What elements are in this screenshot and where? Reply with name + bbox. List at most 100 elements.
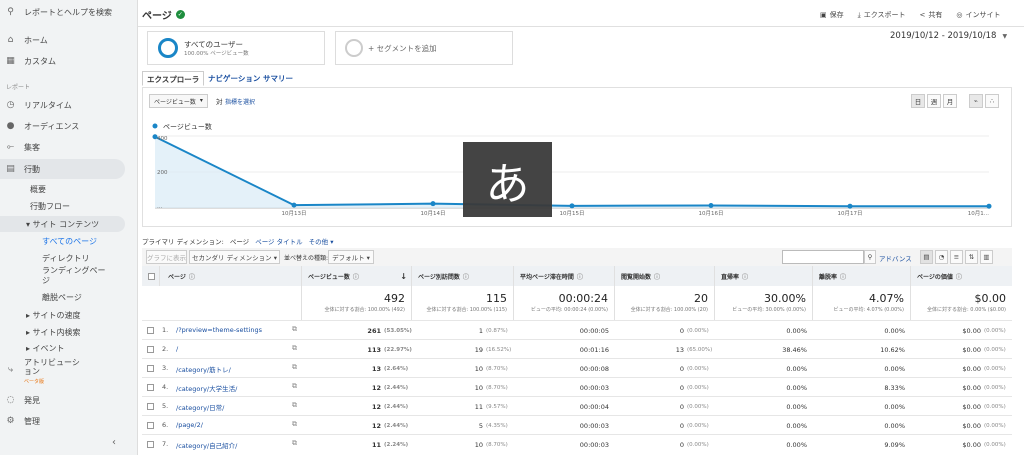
row-checkbox[interactable] <box>147 327 154 334</box>
avg-time-cell: 00:00:04 <box>579 402 609 411</box>
entrances-cell: 0 (0.00%) <box>615 378 715 397</box>
open-link-icon[interactable]: ⧉ <box>292 420 297 429</box>
chevron-down-icon: ▼ <box>1002 33 1008 40</box>
sidebar-sub-flow[interactable]: 行動フロー <box>30 201 70 212</box>
totals-label-cell <box>142 286 302 320</box>
pivot-view-icon[interactable]: ▥ <box>980 250 993 264</box>
open-link-icon[interactable]: ⧉ <box>292 363 297 372</box>
col-header-unique-pageviews[interactable]: ページ別訪問数 ⓘ <box>412 266 514 286</box>
exit-rate-cell: 0.00% <box>884 421 905 430</box>
verified-check-icon: ✓ <box>175 10 185 19</box>
page-link[interactable]: / <box>176 345 178 353</box>
page-link[interactable]: /?preview=theme-settings <box>176 326 262 334</box>
row-checkbox[interactable] <box>147 441 154 448</box>
open-link-icon[interactable]: ⧉ <box>292 401 297 410</box>
sidebar-item-discover[interactable]: ◌ 発見 <box>0 390 125 410</box>
open-link-icon[interactable]: ⧉ <box>292 439 297 448</box>
total-sub: ビューの平均: 30.00% (0.00%) <box>732 307 806 313</box>
sidebar-sub-directory[interactable]: ディレクトリ <box>42 253 89 264</box>
pageviews-cell: 11 (2.24%) <box>302 435 412 454</box>
sidebar-sub-site-content[interactable]: ▾ サイト コンテンツ <box>0 216 125 232</box>
sidebar-sub-search[interactable]: ▸ サイト内検索 <box>26 327 81 338</box>
col-label: ページ <box>168 273 186 281</box>
page-title: ページ <box>142 11 172 22</box>
tab-navigation-summary[interactable]: ナビゲーション サマリー <box>204 71 297 86</box>
comparison-view-icon[interactable]: ⇅ <box>965 250 978 264</box>
open-link-icon[interactable]: ⧉ <box>292 325 297 334</box>
clock-icon: ◷ <box>6 99 15 110</box>
secondary-dimension-dropdown[interactable]: セカンダリ ディメンション ▾ <box>189 250 280 264</box>
sidebar-sub-speed[interactable]: ▸ サイトの速度 <box>26 310 81 321</box>
row-checkbox[interactable] <box>147 365 154 372</box>
row-checkbox[interactable] <box>147 403 154 410</box>
page-link[interactable]: /page/2/ <box>176 421 203 429</box>
performance-view-icon[interactable]: ≡ <box>950 250 963 264</box>
col-header-page[interactable]: ページ ⓘ <box>160 266 302 286</box>
table-view-icon[interactable]: ▤ <box>920 250 933 264</box>
plot-rows-button[interactable]: グラフに表示 <box>146 250 187 264</box>
total-exit-rate: 4.07% ビューの平均: 4.07% (0.00%) <box>813 286 911 320</box>
page-link[interactable]: /category/自己紹介/ <box>176 440 237 450</box>
sidebar-sub-overview[interactable]: 概要 <box>30 184 46 195</box>
pie-view-icon[interactable]: ◔ <box>935 250 948 264</box>
open-link-icon[interactable]: ⧉ <box>292 382 297 391</box>
sidebar-search[interactable]: ⚲ レポートとヘルプを検索 <box>0 2 125 22</box>
sidebar-item-acquisition[interactable]: ⟜ 集客 <box>0 137 125 157</box>
unique-pageviews-cell: 19 (16.52%) <box>412 340 514 359</box>
sidebar-item-custom[interactable]: ▦ カスタム <box>0 51 125 71</box>
col-header-exit-rate[interactable]: 離脱率 ⓘ <box>813 266 911 286</box>
share-button[interactable]: < 共有 <box>920 10 943 20</box>
row-checkbox[interactable] <box>147 422 154 429</box>
row-checkbox[interactable] <box>147 384 154 391</box>
col-label: 離脱率 <box>819 273 838 281</box>
sort-type-dropdown[interactable]: デフォルト ▾ <box>328 250 374 264</box>
select-all-checkbox[interactable] <box>142 266 160 286</box>
sidebar-sub-events[interactable]: ▸ イベント <box>26 343 65 354</box>
value: 1 <box>478 326 483 335</box>
sidebar-item-audience[interactable]: ● オーディエンス <box>0 116 125 136</box>
col-label: ページ別訪問数 <box>418 273 460 281</box>
sidebar-sub-landing[interactable]: ランディングページ <box>42 266 112 286</box>
insight-button[interactable]: ◎ インサイト <box>956 10 1000 20</box>
table-search-input[interactable] <box>782 250 864 264</box>
col-header-entrances[interactable]: 閲覧開始数 ⓘ <box>615 266 715 286</box>
percent: (2.44%) <box>384 403 409 410</box>
search-icon[interactable]: ⚲ <box>864 250 876 264</box>
row-index: 2. <box>162 345 169 353</box>
save-button[interactable]: ▣ 保存 <box>820 10 844 20</box>
add-segment-button[interactable]: + セグメントを追加 <box>335 31 513 65</box>
col-header-pageviews[interactable]: ページビュー数 ⓘ ↓ <box>302 266 412 286</box>
help-icon: ⓘ <box>188 273 195 281</box>
page-value-cell: $0.00 (0.00%) <box>911 397 1012 416</box>
value: 13 <box>371 364 381 373</box>
advanced-link[interactable]: アドバンス <box>879 253 912 263</box>
sidebar-item-admin[interactable]: ⚙ 管理 <box>0 411 125 431</box>
sidebar-item-attribution[interactable]: ⤷ アトリビューション ベータ版 <box>0 358 125 386</box>
open-link-icon[interactable]: ⧉ <box>292 344 297 353</box>
sidebar-sub-exit[interactable]: 離脱ページ <box>42 292 82 303</box>
segment-all-users[interactable]: すべてのユーザー 100.00% ページビュー数 <box>147 31 325 65</box>
col-header-avg-time[interactable]: 平均ページ滞在時間 ⓘ <box>514 266 615 286</box>
sidebar-sub-all-pages[interactable]: すべてのページ <box>42 236 97 247</box>
dimension-other[interactable]: その他 ▾ <box>309 236 334 246</box>
col-header-bounce-rate[interactable]: 直帰率 ⓘ <box>715 266 813 286</box>
row-index: 4. <box>162 383 169 391</box>
tab-explorer[interactable]: エクスプローラ <box>142 71 205 86</box>
dimension-page-title[interactable]: ページ タイトル <box>255 236 302 246</box>
exit-rate-cell: 0.00% <box>884 364 905 373</box>
sidebar-item-realtime[interactable]: ◷ リアルタイム <box>0 95 125 115</box>
value: 12 <box>371 402 381 411</box>
col-header-page-value[interactable]: ページの価値 ⓘ <box>911 266 1012 286</box>
sidebar-item-home[interactable]: ⌂ ホーム <box>0 30 125 50</box>
sidebar-item-behavior[interactable]: ▤ 行動 <box>0 159 125 179</box>
date-range-picker[interactable]: 2019/10/12 - 2019/10/18 ▼ <box>890 31 1007 41</box>
row-checkbox[interactable] <box>147 346 154 353</box>
dimension-page[interactable]: ページ <box>230 236 249 246</box>
collapse-chevron-icon[interactable]: ‹ <box>112 437 116 448</box>
avg-time-cell: 00:00:05 <box>579 326 609 335</box>
page-link[interactable]: /category/大学生活/ <box>176 383 237 393</box>
page-link[interactable]: /category/日常/ <box>176 402 224 412</box>
export-button[interactable]: ⤓ エクスポート <box>858 10 906 20</box>
entrances-cell: 0 (0.00%) <box>615 321 715 340</box>
page-link[interactable]: /category/筋トレ/ <box>176 364 231 374</box>
